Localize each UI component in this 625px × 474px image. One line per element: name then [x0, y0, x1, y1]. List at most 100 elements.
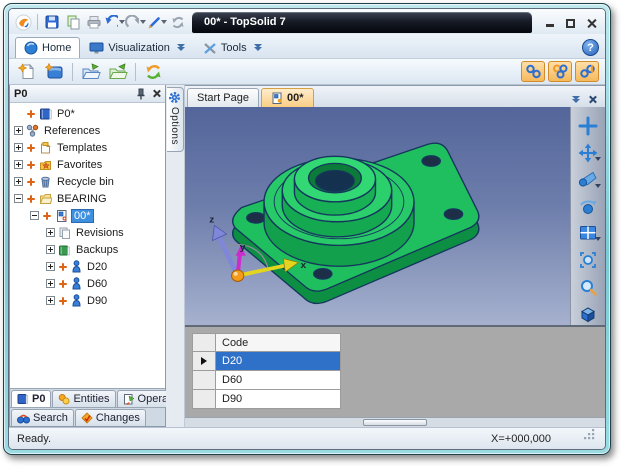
tab-start-page[interactable]: Start Page — [187, 88, 259, 107]
save-icon[interactable] — [41, 12, 62, 32]
links-toggle-2-button[interactable] — [548, 61, 572, 82]
panel-tabs-row1: P0 Entities Operatio... — [10, 388, 165, 407]
expander-icon[interactable] — [46, 279, 55, 288]
grid-cell[interactable]: D20 — [216, 352, 341, 371]
topsolid-logo-icon[interactable] — [13, 12, 34, 32]
options-tab-label: Options — [169, 107, 180, 145]
document-area: Start Page 00* — [185, 85, 605, 427]
cross-icon — [26, 177, 36, 187]
tree-item-label: D90 — [85, 295, 109, 307]
expander-icon[interactable] — [46, 262, 55, 271]
tree-item-backups[interactable]: Backups — [10, 241, 165, 258]
main-area: P0 P0* References — [9, 85, 605, 427]
tab-00-document[interactable]: 00* — [261, 88, 314, 107]
open-import-icon[interactable] — [78, 60, 103, 83]
spotlight-dropdown-icon[interactable] — [595, 184, 601, 188]
tab-tools[interactable]: Tools — [194, 37, 271, 58]
sync-icon[interactable] — [167, 12, 188, 32]
axis-z-label: z — [209, 215, 214, 226]
grid-cell[interactable]: D90 — [216, 390, 341, 409]
viewports-icon[interactable] — [576, 223, 600, 245]
driver-icon — [71, 260, 82, 273]
close-document-icon[interactable] — [588, 95, 597, 104]
horizontal-scrollbar[interactable] — [185, 417, 605, 427]
expander-icon[interactable] — [14, 194, 23, 203]
annotate-pen-icon[interactable] — [146, 12, 167, 32]
resize-grip[interactable] — [584, 429, 595, 440]
expander-icon[interactable] — [46, 245, 55, 254]
new-part-icon[interactable] — [42, 60, 67, 83]
expander-icon[interactable] — [14, 177, 23, 186]
tab-p0[interactable]: P0 — [11, 390, 51, 407]
pin-icon[interactable] — [136, 88, 146, 100]
minimize-button[interactable] — [542, 16, 557, 29]
graphics-viewport[interactable]: x y z — [185, 107, 570, 325]
expander-icon[interactable] — [14, 143, 23, 152]
expander-icon[interactable] — [46, 228, 55, 237]
reload-icon[interactable] — [141, 60, 166, 83]
redo-icon[interactable] — [125, 12, 146, 32]
expander-icon[interactable] — [14, 160, 23, 169]
tab-entities[interactable]: Entities — [52, 390, 115, 407]
row-header[interactable] — [192, 371, 216, 390]
zoom-icon[interactable] — [576, 276, 600, 298]
tree-item-revisions[interactable]: Revisions — [10, 224, 165, 241]
grid-row-d90[interactable]: D90 — [192, 390, 341, 409]
pan-icon[interactable] — [576, 142, 600, 164]
grid-row-d20[interactable]: D20 — [192, 352, 341, 371]
tree-item-templates[interactable]: Templates — [10, 139, 165, 156]
tab-list-icon[interactable] — [572, 97, 580, 103]
options-collapsed-tab[interactable]: Options — [167, 87, 184, 152]
panel-close-icon[interactable] — [152, 89, 161, 98]
open-export-icon[interactable] — [105, 60, 130, 83]
search-binoculars-icon — [17, 413, 30, 424]
tree-item-00[interactable]: 00* — [10, 207, 165, 224]
visualization-menu-icon[interactable] — [177, 45, 185, 51]
row-header[interactable] — [192, 390, 216, 409]
scrollbar-thumb[interactable] — [363, 419, 427, 426]
gear-icon — [168, 91, 181, 104]
isometric-view-icon[interactable] — [576, 303, 600, 325]
print-icon[interactable] — [83, 12, 104, 32]
orbit-icon[interactable] — [576, 196, 600, 218]
tree-item-d90[interactable]: D90 — [10, 292, 165, 309]
tab-changes[interactable]: Changes — [75, 409, 146, 426]
grid-cell[interactable]: D60 — [216, 371, 341, 390]
tab-visualization[interactable]: Visualization — [80, 37, 194, 58]
part-document-icon — [55, 209, 68, 222]
tree-item-d20[interactable]: D20 — [10, 258, 165, 275]
copy-icon[interactable] — [62, 12, 83, 32]
zoom-window-icon[interactable] — [576, 249, 600, 271]
undo-icon[interactable] — [104, 12, 125, 32]
tree-item-bearing[interactable]: BEARING — [10, 190, 165, 207]
grid-row-d60[interactable]: D60 — [192, 371, 341, 390]
close-button[interactable] — [584, 16, 599, 29]
links-toggle-1-button[interactable] — [521, 61, 545, 82]
pan-dropdown-icon[interactable] — [595, 157, 601, 161]
options-strip: Options — [166, 85, 185, 427]
cross-icon — [26, 109, 36, 119]
tab-home[interactable]: Home — [15, 37, 80, 58]
tree-item-p0[interactable]: P0* — [10, 105, 165, 122]
help-button[interactable]: ? — [582, 39, 599, 56]
expander-icon[interactable] — [14, 126, 23, 135]
row-header[interactable] — [192, 352, 216, 371]
window-title[interactable]: 00* - TopSolid 7 — [192, 12, 532, 33]
move-icon[interactable] — [576, 115, 600, 137]
viewports-dropdown-icon[interactable] — [595, 237, 601, 241]
tree-item-references[interactable]: References — [10, 122, 165, 139]
maximize-button[interactable] — [563, 16, 578, 29]
tree-item-d60[interactable]: D60 — [10, 275, 165, 292]
grid-column-header[interactable]: Code — [216, 333, 341, 352]
tree-item-favorites[interactable]: Favorites — [10, 156, 165, 173]
expander-icon[interactable] — [30, 211, 39, 220]
links-toggle-3-button[interactable] — [575, 61, 599, 82]
driver-icon — [71, 277, 82, 290]
tools-menu-icon[interactable] — [254, 45, 262, 51]
tree-item-recycle-bin[interactable]: Recycle bin — [10, 173, 165, 190]
new-document-icon[interactable] — [15, 60, 40, 83]
tree-item-label: D60 — [85, 278, 109, 290]
tab-search[interactable]: Search — [11, 409, 74, 426]
expander-icon[interactable] — [46, 296, 55, 305]
spotlight-icon[interactable] — [576, 169, 600, 191]
